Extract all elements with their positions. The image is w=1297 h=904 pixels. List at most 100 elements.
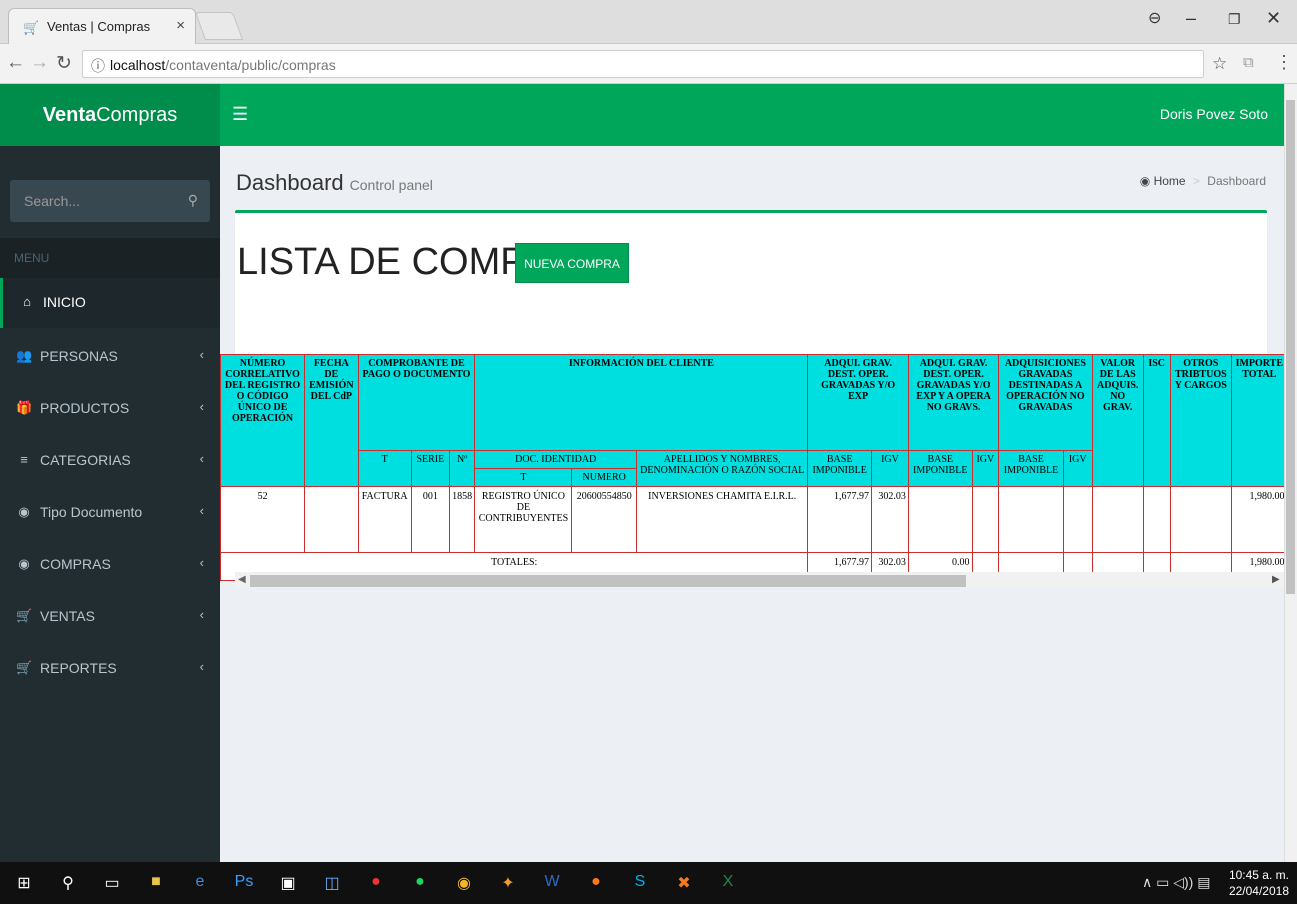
sidebar-item-inicio[interactable]: ⌂ INICIO: [0, 278, 220, 328]
sidebar-item-ventas[interactable]: 🛒 VENTAS ‹: [0, 592, 220, 642]
purchases-table: NÚMERO CORRELATIVO DEL REGISTRO O CÓDIGO…: [220, 354, 1284, 581]
col-total: IMPORTE TOTAL: [1231, 354, 1284, 487]
minimize-icon[interactable]: –: [1186, 8, 1196, 29]
logo[interactable]: VentaCompras: [0, 84, 220, 146]
cart-icon: 🛒: [16, 660, 33, 675]
sidebar-item-personas[interactable]: 👥 PERSONAS ‹: [0, 332, 220, 382]
reload-icon[interactable]: ↻: [56, 52, 72, 75]
col-t: T: [357, 450, 412, 487]
forward-icon[interactable]: →: [30, 52, 49, 74]
content-area: Dashboard Control panel ◉ Home > Dashboar…: [220, 146, 1284, 862]
tab-close-icon[interactable]: ×: [176, 17, 185, 34]
col-base2: BASE IMPONIBLE: [907, 450, 973, 487]
col-igv3: IGV: [1062, 450, 1093, 487]
top-navbar: ☰ Doris Povez Soto: [220, 84, 1284, 146]
col-otros: OTROS TRIBTUOS Y CARGOS: [1169, 354, 1233, 487]
search-icon[interactable]: ⚲: [56, 873, 80, 893]
excel-icon[interactable]: X: [716, 873, 740, 891]
cell-doc-tipo: REGISTRO ÚNICO DE CONTRIBUYENTES: [474, 486, 573, 553]
firefox-icon[interactable]: ●: [584, 873, 608, 891]
xampp-icon[interactable]: ✖: [672, 873, 696, 893]
bookmark-star-icon[interactable]: ☆: [1212, 54, 1227, 74]
info-icon[interactable]: ⓘ: [91, 56, 105, 76]
app-m-icon[interactable]: ●: [364, 873, 388, 891]
browser-menu-icon[interactable]: ⋮: [1275, 52, 1293, 73]
close-window-icon[interactable]: ✕: [1266, 8, 1281, 29]
page-title-text: Dashboard: [236, 170, 344, 195]
media-icon[interactable]: ◫: [320, 873, 344, 893]
edge-icon[interactable]: e: [188, 873, 212, 891]
clock-date: 22/04/2018: [1228, 884, 1289, 898]
breadcrumb-home[interactable]: Home: [1154, 174, 1186, 188]
users-icon: 👥: [16, 348, 33, 363]
cell-base3: [998, 486, 1064, 553]
menu-toggle-icon[interactable]: ☰: [232, 104, 248, 125]
url-field[interactable]: ⓘ localhost/contaventa/public/compras: [82, 50, 1204, 78]
restore-icon[interactable]: ❐: [1228, 11, 1241, 28]
vertical-scrollbar-thumb[interactable]: [1286, 100, 1295, 594]
col-fecha: FECHA DE EMISIÓN DEL CdP: [304, 354, 359, 487]
sidebar-item-tipo-documento[interactable]: ◉ Tipo Documento ‹: [0, 488, 220, 538]
horizontal-scrollbar-thumb[interactable]: [250, 575, 966, 587]
windows-taskbar: ⊞ ⚲ ▭ ■ e Ps ▣ ◫ ● ● ◉ ✦ W ● S ✖ X ∧ ▭ ◁…: [0, 862, 1297, 904]
browser-tab[interactable]: 🛒 Ventas | Compras ×: [8, 8, 196, 44]
page-title: Dashboard Control panel: [236, 170, 433, 196]
sidebar-item-categorias[interactable]: ≡ CATEGORIAS ‹: [0, 436, 220, 486]
windows-start-icon[interactable]: ⊞: [12, 873, 36, 893]
sidebar-item-label: COMPRAS: [40, 556, 111, 572]
task-view-icon[interactable]: ▭: [100, 873, 124, 893]
extension-icon[interactable]: ⧉: [1243, 54, 1254, 71]
search-placeholder: Search...: [24, 193, 81, 209]
col-doc-t: T: [474, 468, 573, 487]
new-tab-button[interactable]: [194, 12, 244, 40]
fl-studio-icon[interactable]: ✦: [496, 873, 520, 893]
nueva-compra-button[interactable]: NUEVA COMPRA: [515, 243, 629, 283]
chevron-left-icon: ‹: [199, 347, 204, 362]
clock-time: 10:45 a. m.: [1228, 868, 1289, 882]
spotify-icon[interactable]: ●: [408, 873, 432, 891]
store-icon[interactable]: ▣: [276, 873, 300, 893]
breadcrumb-separator: >: [1192, 174, 1200, 188]
col-serie: SERIE: [410, 450, 450, 487]
scroll-right-icon[interactable]: ▶: [1272, 574, 1280, 585]
photoshop-icon[interactable]: Ps: [232, 873, 256, 891]
chevron-left-icon: ‹: [199, 555, 204, 570]
col-igv2: IGV: [971, 450, 1000, 487]
word-icon[interactable]: W: [540, 873, 564, 891]
chrome-icon[interactable]: ◉: [452, 873, 476, 893]
tab-title: Ventas | Compras: [47, 19, 151, 34]
search-field[interactable]: Search... ⚲: [10, 180, 210, 222]
system-tray-icons[interactable]: ∧ ▭ ◁)) ▤: [1142, 874, 1210, 891]
cell-base1: 1,677.97: [807, 486, 872, 553]
table-row[interactable]: 52 FACTURA 001 1858 REGISTRO ÚNICO DE CO…: [220, 486, 1284, 553]
cell-razon-social: INVERSIONES CHAMITA E.I.R.L.: [636, 486, 809, 553]
menu-header: MENU: [0, 238, 220, 278]
cart-icon: 🛒: [16, 608, 33, 623]
user-name[interactable]: Doris Povez Soto: [1160, 106, 1268, 122]
back-icon[interactable]: ←: [6, 52, 25, 74]
chevron-left-icon: ‹: [199, 399, 204, 414]
cell-total: 1,980.00: [1231, 486, 1284, 553]
profile-icon[interactable]: ⊖: [1148, 8, 1161, 28]
col-adq3: ADQUISICIONES GRAVADAS DESTINADAS A OPER…: [998, 354, 1093, 451]
browser-tab-bar: 🛒 Ventas | Compras × ⊖ – ❐ ✕: [0, 0, 1297, 44]
skype-icon[interactable]: S: [628, 873, 652, 891]
app-window: VentaCompras ☰ Doris Povez Soto Search..…: [0, 84, 1284, 862]
search-icon[interactable]: ⚲: [188, 192, 198, 209]
col-numero: NÚMERO CORRELATIVO DEL REGISTRO O CÓDIGO…: [220, 354, 306, 487]
sidebar-item-productos[interactable]: 🎁 PRODUCTOS ‹: [0, 384, 220, 434]
cell-tipo: FACTURA: [357, 486, 412, 553]
chevron-left-icon: ‹: [199, 659, 204, 674]
clock[interactable]: 10:45 a. m. 22/04/2018: [1229, 867, 1289, 899]
chevron-left-icon: ‹: [199, 607, 204, 622]
cell-igv1: 302.03: [870, 486, 909, 553]
sidebar-item-reportes[interactable]: 🛒 REPORTES ‹: [0, 644, 220, 694]
file-explorer-icon[interactable]: ■: [144, 873, 168, 891]
sidebar-item-compras[interactable]: ◉ COMPRAS ‹: [0, 540, 220, 590]
url-text: localhost/contaventa/public/compras: [110, 57, 336, 73]
scroll-left-icon[interactable]: ◀: [238, 574, 246, 585]
col-isc: ISC: [1142, 354, 1171, 487]
col-base3: BASE IMPONIBLE: [998, 450, 1064, 487]
page-subtitle: Control panel: [349, 177, 433, 193]
gift-icon: 🎁: [16, 400, 33, 415]
